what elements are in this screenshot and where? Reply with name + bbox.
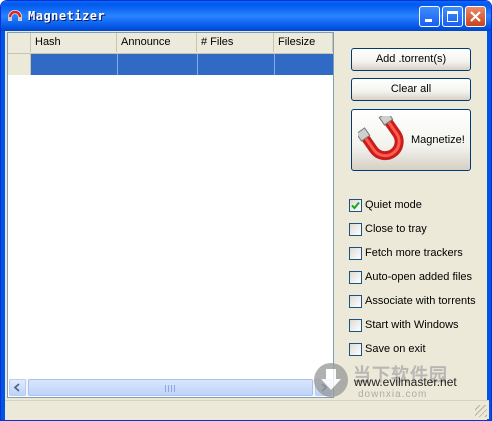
magnetize-label: Magnetize! [411, 134, 465, 146]
selected-row-highlight [31, 54, 333, 75]
option-label: Fetch more trackers [365, 247, 463, 259]
window-title: Magnetizer [28, 9, 106, 23]
add-torrents-button[interactable]: Add .torrent(s) [351, 48, 471, 71]
row-separator [197, 54, 198, 75]
checkbox[interactable] [349, 295, 362, 308]
maximize-button[interactable] [442, 6, 463, 27]
scroll-grip [165, 385, 177, 392]
magnetize-button[interactable]: Magnetize! [351, 109, 471, 171]
resize-grip-icon[interactable] [475, 405, 487, 417]
scroll-left-button[interactable] [9, 379, 26, 396]
column-announce[interactable]: Announce [117, 33, 197, 52]
watermark: 当下软件园 downxia.com [312, 361, 447, 402]
column-hash[interactable]: Hash [31, 33, 117, 52]
minimize-icon [425, 19, 432, 22]
option-label: Close to tray [365, 223, 427, 235]
clear-all-button[interactable]: Clear all [351, 78, 471, 101]
row-separator [117, 54, 118, 75]
maximize-icon [447, 11, 458, 22]
checkbox[interactable] [349, 223, 362, 236]
checkmark-icon [351, 201, 360, 210]
checkbox[interactable] [349, 271, 362, 284]
watermark-domain: downxia.com [358, 389, 428, 400]
list-header: Hash Announce # Files Filesize [8, 33, 333, 54]
option-label: Auto-open added files [365, 271, 473, 283]
title-bar[interactable]: Magnetizer [1, 1, 491, 31]
app-window: Magnetizer Hash Announce # Files Filesiz… [0, 0, 492, 421]
checkbox[interactable] [349, 199, 362, 212]
scroll-thumb[interactable] [28, 379, 313, 396]
magnet-icon [358, 116, 404, 161]
option-label: Associate with torrents [365, 295, 476, 307]
column-filesize[interactable]: Filesize [274, 33, 333, 52]
window-border-left [1, 31, 5, 420]
download-arrow-icon [314, 363, 348, 397]
add-torrents-label: Add .torrent(s) [375, 53, 447, 65]
close-button[interactable] [465, 6, 486, 27]
website-link[interactable]: www.evilmaster.net [354, 375, 457, 389]
magnet-app-icon [8, 10, 22, 21]
column-files[interactable]: # Files [197, 33, 274, 52]
header-blank [8, 33, 31, 52]
checkbox[interactable] [349, 343, 362, 356]
table-row[interactable] [8, 54, 333, 75]
option-label: Save on exit [365, 343, 426, 355]
clear-all-label: Clear all [390, 83, 432, 95]
status-bar [5, 400, 489, 419]
row-indicator [8, 54, 31, 75]
option-label: Quiet mode [365, 199, 422, 211]
horizontal-scrollbar[interactable] [9, 379, 332, 396]
window-border-right [487, 31, 491, 420]
close-icon [470, 11, 481, 22]
checkbox[interactable] [349, 247, 362, 260]
row-separator [274, 54, 275, 75]
chevron-left-icon [13, 383, 20, 392]
minimize-button[interactable] [419, 6, 440, 27]
torrent-list[interactable]: Hash Announce # Files Filesize [7, 32, 334, 398]
checkbox[interactable] [349, 319, 362, 332]
option-label: Start with Windows [365, 319, 459, 331]
